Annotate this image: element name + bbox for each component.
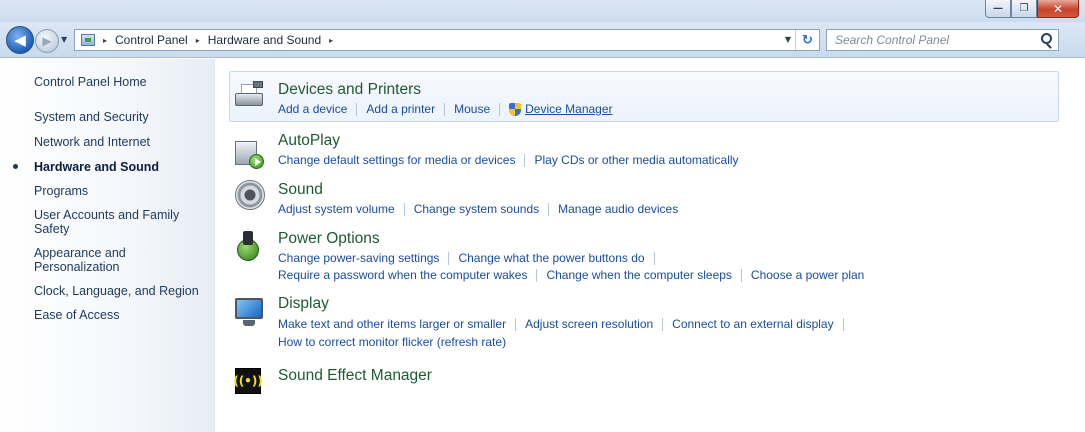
address-bar[interactable]: ▸ Control Panel ▸ Hardware and Sound ▸ ▼… (74, 29, 820, 51)
category-sound-effect-manager[interactable]: Sound Effect Manager (278, 367, 432, 385)
task-change-sleep-time[interactable]: Change when the computer sleeps (546, 268, 731, 282)
task-change-system-sounds[interactable]: Change system sounds (414, 202, 539, 216)
task-change-default-media-settings[interactable]: Change default settings for media or dev… (278, 153, 515, 167)
category-power-options[interactable]: Power Options (278, 230, 380, 248)
close-button[interactable]: ✕ (1037, 0, 1079, 18)
category-display[interactable]: Display (278, 295, 329, 313)
task-change-power-buttons[interactable]: Change what the power buttons do (458, 251, 644, 265)
search-box (826, 29, 1059, 51)
autoplay-task-row: Change default settings for media or dev… (278, 153, 739, 167)
back-button[interactable]: ◀ (6, 26, 34, 54)
sidebar-item-appearance[interactable]: Appearance and Personalization (34, 246, 154, 274)
sidebar-item-user-accounts[interactable]: User Accounts and Family Safety (34, 208, 202, 236)
shield-icon (509, 102, 522, 116)
task-add-device[interactable]: Add a device (278, 102, 347, 116)
divider (499, 102, 501, 116)
devices-task-row: Add a device Add a printer Mouse Device … (278, 102, 613, 116)
breadcrumb-control-panel[interactable]: Control Panel (115, 33, 188, 47)
task-adjust-system-volume[interactable]: Adjust system volume (278, 202, 395, 216)
task-make-text-larger[interactable]: Make text and other items larger or smal… (278, 317, 506, 331)
chevron-right-icon[interactable]: ▸ (103, 36, 107, 45)
category-devices-and-printers[interactable]: Devices and Printers (278, 81, 421, 99)
sidebar-item-programs[interactable]: Programs (34, 184, 88, 198)
task-correct-monitor-flicker[interactable]: How to correct monitor flicker (refresh … (278, 335, 506, 349)
task-manage-audio-devices[interactable]: Manage audio devices (558, 202, 678, 216)
task-require-password-on-wake[interactable]: Require a password when the computer wak… (278, 268, 527, 282)
divider (444, 102, 446, 116)
autoplay-icon[interactable] (233, 139, 267, 173)
chevron-right-icon[interactable]: ▸ (329, 36, 333, 45)
power-task-row-1: Change power-saving settings Change what… (278, 251, 664, 265)
divider (448, 251, 450, 265)
minimize-button[interactable]: — (985, 0, 1011, 18)
display-task-row-2: How to correct monitor flicker (refresh … (278, 335, 506, 349)
sound-task-row: Adjust system volume Change system sound… (278, 202, 678, 216)
power-icon[interactable] (233, 231, 267, 265)
divider (356, 102, 358, 116)
task-device-manager[interactable]: Device Manager (525, 102, 612, 116)
divider (662, 317, 664, 331)
sidebar-item-system-and-security[interactable]: System and Security (34, 110, 149, 124)
divider (842, 317, 844, 331)
breadcrumb-hardware-and-sound[interactable]: Hardware and Sound (208, 33, 321, 47)
address-dropdown-icon[interactable]: ▼ (785, 35, 791, 44)
chevron-right-icon[interactable]: ▸ (196, 36, 200, 45)
search-icon[interactable] (1041, 33, 1052, 44)
sidebar-item-clock-language-region[interactable]: Clock, Language, and Region (34, 284, 199, 298)
task-adjust-screen-resolution[interactable]: Adjust screen resolution (525, 317, 653, 331)
control-panel-icon (81, 34, 95, 46)
power-task-row-2: Require a password when the computer wak… (278, 268, 864, 282)
main-content: Devices and Printers Add a device Add a … (216, 59, 1085, 432)
active-item-bullet-icon (13, 164, 18, 169)
refresh-button[interactable]: ↻ (795, 30, 819, 50)
forward-arrow-icon: ▶ (42, 34, 52, 48)
divider (740, 268, 742, 282)
monitor-icon[interactable] (233, 296, 267, 330)
divider (653, 251, 655, 265)
recent-pages-dropdown[interactable]: ▼ (61, 35, 67, 44)
sidebar: Control Panel Home System and Security N… (0, 59, 215, 432)
navigation-bar: ◀ ▶ ▼ ▸ Control Panel ▸ Hardware and Sou… (0, 22, 1085, 58)
task-add-printer[interactable]: Add a printer (366, 102, 435, 116)
divider (536, 268, 538, 282)
divider (403, 202, 405, 216)
sidebar-item-network-and-internet[interactable]: Network and Internet (34, 135, 150, 149)
search-input[interactable] (827, 30, 1027, 50)
speaker-icon[interactable] (233, 179, 267, 213)
divider (524, 153, 526, 167)
printer-icon[interactable] (233, 79, 267, 113)
divider (515, 317, 517, 331)
forward-button[interactable]: ▶ (35, 29, 59, 53)
restore-button[interactable]: ❐ (1011, 0, 1037, 18)
task-choose-power-plan[interactable]: Choose a power plan (751, 268, 864, 282)
sidebar-item-ease-of-access[interactable]: Ease of Access (34, 308, 119, 322)
caption-buttons: — ❐ ✕ (985, 0, 1079, 18)
back-arrow-icon: ◀ (14, 31, 26, 49)
sound-effect-icon-glyph: ((•)) (233, 368, 263, 394)
window-titlebar: — ❐ ✕ (0, 0, 1085, 22)
task-play-cds-automatically[interactable]: Play CDs or other media automatically (534, 153, 738, 167)
divider (548, 202, 550, 216)
sidebar-item-control-panel-home[interactable]: Control Panel Home (34, 75, 147, 89)
category-autoplay[interactable]: AutoPlay (278, 132, 340, 150)
task-mouse[interactable]: Mouse (454, 102, 490, 116)
sound-effect-icon[interactable]: ((•)) (233, 366, 267, 400)
category-sound[interactable]: Sound (278, 181, 323, 199)
display-task-row-1: Make text and other items larger or smal… (278, 317, 853, 331)
task-change-power-saving-settings[interactable]: Change power-saving settings (278, 251, 439, 265)
task-connect-external-display[interactable]: Connect to an external display (672, 317, 833, 331)
sidebar-item-hardware-and-sound[interactable]: Hardware and Sound (34, 160, 159, 174)
